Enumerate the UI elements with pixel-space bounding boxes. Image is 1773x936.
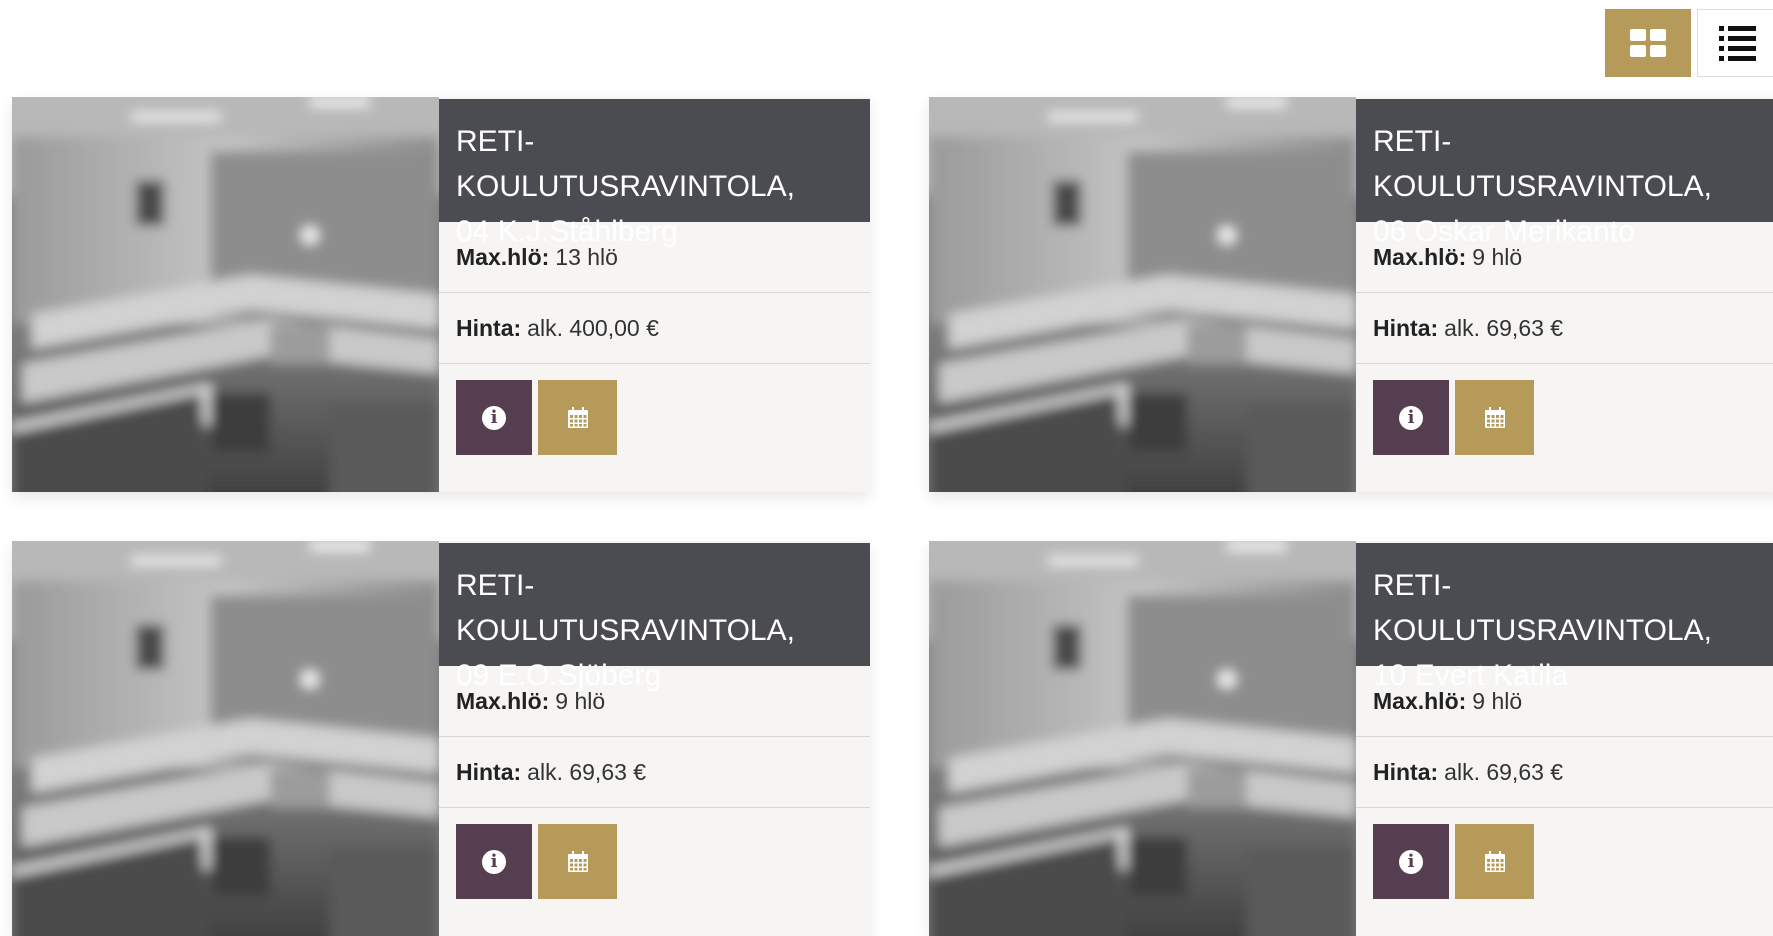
list-view-button[interactable] — [1697, 9, 1773, 77]
capacity-value: 13 hlö — [555, 243, 618, 270]
venue-title-line1: RETI-KOULUTUSRAVINTOLA, — [456, 125, 795, 203]
price-value: alk. 69,63 € — [1444, 314, 1564, 341]
price-row: Hinta: alk. 69,63 € — [439, 737, 870, 808]
calendar-button[interactable] — [1455, 824, 1534, 899]
capacity-value: 9 hlö — [1472, 687, 1523, 714]
calendar-button[interactable] — [538, 380, 617, 455]
venue-title-line1: RETI-KOULUTUSRAVINTOLA, — [1373, 125, 1712, 203]
price-row: Hinta: alk. 69,63 € — [1356, 293, 1773, 364]
info-icon: i — [1399, 849, 1423, 874]
venue-card: RETI-KOULUTUSRAVINTOLA, 10 Evert Katila … — [929, 541, 1773, 936]
venue-card: RETI-KOULUTUSRAVINTOLA, 06 Oskar Merikan… — [929, 97, 1773, 492]
price-label: Hinta: — [1373, 314, 1439, 341]
price-value: alk. 69,63 € — [527, 758, 647, 785]
capacity-label: Max.hlö: — [456, 243, 550, 270]
card-actions: i — [1356, 364, 1773, 455]
venue-photo[interactable] — [929, 97, 1356, 492]
venue-photo[interactable] — [929, 541, 1356, 936]
venue-card-body: RETI-KOULUTUSRAVINTOLA, 09 E.O.Sjöberg M… — [439, 541, 870, 936]
venue-title[interactable]: RETI-KOULUTUSRAVINTOLA, 10 Evert Katila — [1356, 543, 1773, 692]
venue-title[interactable]: RETI-KOULUTUSRAVINTOLA, 04 K.J.Ståhlberg — [439, 99, 870, 248]
venue-card-body: RETI-KOULUTUSRAVINTOLA, 04 K.J.Ståhlberg… — [439, 97, 870, 492]
price-row: Hinta: alk. 400,00 € — [439, 293, 870, 364]
list-icon — [1718, 25, 1756, 61]
venue-photo[interactable] — [12, 541, 439, 936]
card-actions: i — [439, 364, 870, 455]
price-value: alk. 400,00 € — [527, 314, 659, 341]
calendar-button[interactable] — [538, 824, 617, 899]
info-button[interactable]: i — [456, 824, 532, 899]
venue-photo[interactable] — [12, 97, 439, 492]
grid-icon — [1630, 29, 1666, 57]
info-button[interactable]: i — [1373, 824, 1449, 899]
venue-title-line1: RETI-KOULUTUSRAVINTOLA, — [1373, 569, 1712, 647]
info-icon: i — [1399, 405, 1423, 430]
view-toggle — [1605, 9, 1773, 77]
venue-title-line1: RETI-KOULUTUSRAVINTOLA, — [456, 569, 795, 647]
price-value: alk. 69,63 € — [1444, 758, 1564, 785]
info-button[interactable]: i — [456, 380, 532, 455]
venue-title[interactable]: RETI-KOULUTUSRAVINTOLA, 09 E.O.Sjöberg — [439, 543, 870, 692]
calendar-icon — [567, 406, 588, 428]
calendar-icon — [1484, 406, 1505, 428]
price-label: Hinta: — [456, 758, 522, 785]
venue-card-body: RETI-KOULUTUSRAVINTOLA, 06 Oskar Merikan… — [1356, 97, 1773, 492]
price-label: Hinta: — [456, 314, 522, 341]
capacity-value: 9 hlö — [555, 687, 606, 714]
info-button[interactable]: i — [1373, 380, 1449, 455]
capacity-label: Max.hlö: — [1373, 687, 1467, 714]
capacity-label: Max.hlö: — [1373, 243, 1467, 270]
info-icon: i — [482, 405, 506, 430]
price-row: Hinta: alk. 69,63 € — [1356, 737, 1773, 808]
venue-title[interactable]: RETI-KOULUTUSRAVINTOLA, 06 Oskar Merikan… — [1356, 99, 1773, 248]
card-actions: i — [439, 808, 870, 899]
info-icon: i — [482, 849, 506, 874]
calendar-button[interactable] — [1455, 380, 1534, 455]
venue-card: RETI-KOULUTUSRAVINTOLA, 09 E.O.Sjöberg M… — [12, 541, 870, 936]
venue-card: RETI-KOULUTUSRAVINTOLA, 04 K.J.Ståhlberg… — [12, 97, 870, 492]
calendar-icon — [567, 850, 588, 872]
calendar-icon — [1484, 850, 1505, 872]
card-actions: i — [1356, 808, 1773, 899]
capacity-label: Max.hlö: — [456, 687, 550, 714]
venue-card-body: RETI-KOULUTUSRAVINTOLA, 10 Evert Katila … — [1356, 541, 1773, 936]
grid-view-button[interactable] — [1605, 9, 1691, 77]
capacity-value: 9 hlö — [1472, 243, 1523, 270]
price-label: Hinta: — [1373, 758, 1439, 785]
